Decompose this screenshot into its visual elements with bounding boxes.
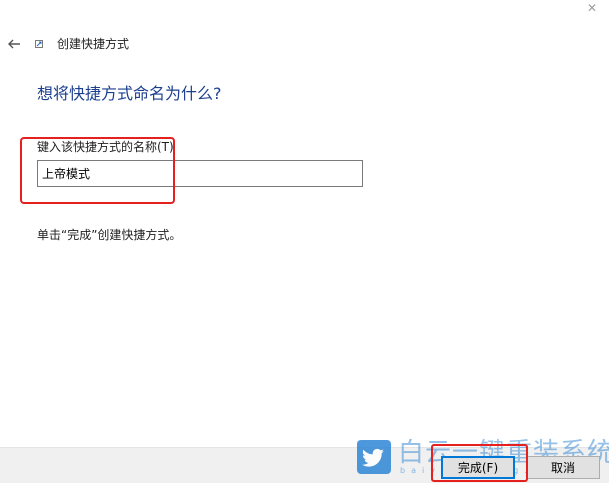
twitter-bird-icon <box>357 440 391 474</box>
button-bar <box>0 447 609 483</box>
cancel-button[interactable]: 取消 <box>526 456 600 479</box>
instruction-text: 单击“完成”创建快捷方式。 <box>37 228 182 242</box>
window-title: 创建快捷方式 <box>57 37 130 51</box>
shortcut-wizard-icon <box>35 40 43 48</box>
shortcut-name-input[interactable] <box>37 160 363 187</box>
close-icon[interactable]: ✕ <box>587 2 599 14</box>
create-shortcut-dialog: ✕ 创建快捷方式 想将快捷方式命名为什么? 键入该快捷方式的名称(T) 单击“完… <box>0 0 609 483</box>
page-heading: 想将快捷方式命名为什么? <box>37 84 222 103</box>
shortcut-name-label: 键入该快捷方式的名称(T) <box>37 140 174 154</box>
back-arrow-icon[interactable] <box>6 36 22 52</box>
finish-button[interactable]: 完成(F) <box>441 456 515 479</box>
